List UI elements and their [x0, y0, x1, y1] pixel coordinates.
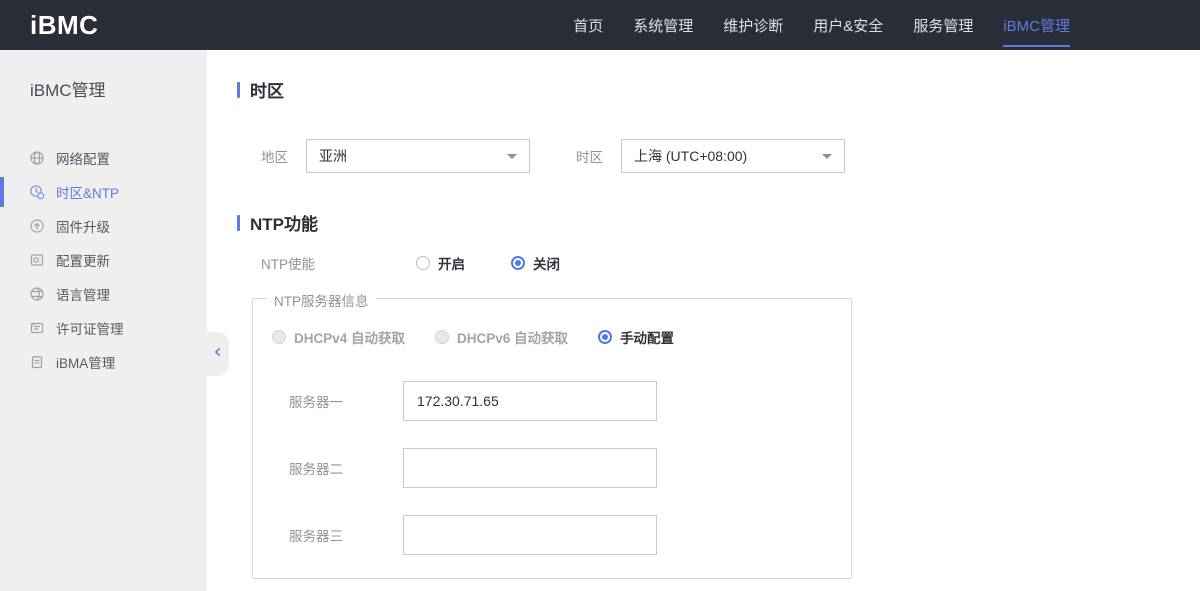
nav-item-system-management[interactable]: 系统管理	[633, 0, 693, 50]
chevron-down-icon	[507, 153, 517, 159]
ntp-enable-label: NTP使能	[261, 257, 315, 272]
sidebar-item-license-management[interactable]: 许可证管理	[0, 311, 207, 345]
timezone-select-value: 上海 (UTC+08:00)	[634, 148, 748, 164]
radio-selected-icon[interactable]	[511, 256, 525, 270]
server-two-row: 服务器二	[289, 448, 851, 488]
server-three-row: 服务器三	[289, 515, 851, 555]
config-update-icon	[29, 252, 45, 268]
ntp-section-title: NTP功能	[250, 215, 318, 234]
ntp-enable-row: NTP使能 开启 关闭	[261, 253, 1200, 273]
ntp-enable-on-option[interactable]: 开启	[416, 253, 465, 273]
language-globe-icon	[29, 286, 45, 302]
sidebar-item-ibma-management[interactable]: iBMA管理	[0, 345, 207, 379]
section-accent-bar	[237, 214, 240, 231]
manual-config-option[interactable]: 手动配置	[598, 327, 674, 347]
top-navigation: 首页 系统管理 维护诊断 用户&安全 服务管理 iBMC管理	[573, 0, 1070, 50]
timezone-section-header: 时区	[237, 77, 1200, 102]
chevron-down-icon	[822, 153, 832, 159]
sidebar-item-label: 固件升级	[56, 220, 110, 235]
nav-item-ibmc-management[interactable]: iBMC管理	[1003, 0, 1070, 50]
sidebar-collapse-button[interactable]	[207, 332, 229, 376]
region-select[interactable]: 亚洲	[306, 139, 530, 173]
ntp-enable-off-option[interactable]: 关闭	[511, 253, 560, 273]
radio-unselected-icon[interactable]	[416, 256, 430, 270]
ntp-section-header: NTP功能	[237, 210, 1200, 235]
sidebar: iBMC管理 网络配置 时区&NTP 固件升级 配置更新 语言管理 许可证管理 …	[0, 50, 229, 591]
server-two-label: 服务器二	[289, 462, 343, 477]
firmware-upgrade-icon	[29, 218, 45, 234]
radio-disabled-icon	[435, 330, 450, 344]
timezone-form-row: 地区 亚洲 时区 上海 (UTC+08:00)	[261, 139, 1200, 173]
sidebar-item-language-management[interactable]: 语言管理	[0, 277, 207, 311]
ntp-server-mode-row: DHCPv4 自动获取 DHCPv6 自动获取 手动配置	[272, 327, 851, 347]
server-two-input[interactable]	[403, 448, 657, 488]
license-icon	[29, 320, 45, 336]
nav-item-home[interactable]: 首页	[573, 0, 603, 50]
server-one-input[interactable]	[403, 381, 657, 421]
server-one-row: 服务器一	[289, 381, 851, 421]
nav-item-maintenance-diagnostics[interactable]: 维护诊断	[723, 0, 783, 50]
radio-selected-icon[interactable]	[598, 330, 613, 344]
sidebar-item-label: 时区&NTP	[56, 186, 120, 201]
region-select-value: 亚洲	[319, 148, 347, 164]
server-one-label: 服务器一	[289, 395, 343, 410]
dhcpv4-auto-label: DHCPv4 自动获取	[294, 331, 406, 346]
manual-config-label: 手动配置	[620, 331, 675, 346]
sidebar-item-label: 许可证管理	[56, 322, 124, 337]
server-three-label: 服务器三	[289, 529, 343, 544]
radio-disabled-icon	[272, 330, 286, 344]
ibma-clipboard-icon	[29, 354, 45, 370]
ntp-server-info-groupbox: NTP服务器信息 DHCPv4 自动获取 DHCPv6 自动获取 手动配置 服务…	[252, 290, 852, 579]
section-accent-bar	[237, 81, 240, 98]
timezone-select[interactable]: 上海 (UTC+08:00)	[621, 139, 845, 173]
timezone-clock-icon	[29, 184, 45, 200]
timezone-section-title: 时区	[250, 82, 284, 101]
dhcpv6-auto-label: DHCPv6 自动获取	[457, 331, 569, 346]
ibmc-logo: iBMC	[30, 9, 99, 40]
ntp-enable-on-label: 开启	[438, 257, 465, 272]
sidebar-item-label: 网络配置	[56, 152, 110, 167]
sidebar-item-label: 配置更新	[56, 254, 110, 269]
sidebar-title: iBMC管理	[30, 81, 106, 100]
dhcpv6-auto-option: DHCPv6 自动获取	[435, 327, 568, 347]
network-globe-icon	[29, 150, 45, 166]
sidebar-item-network-config[interactable]: 网络配置	[0, 141, 207, 175]
sidebar-item-label: 语言管理	[56, 288, 110, 303]
nav-item-user-security[interactable]: 用户&安全	[813, 0, 883, 50]
nav-item-service-management[interactable]: 服务管理	[913, 0, 973, 50]
sidebar-menu: 网络配置 时区&NTP 固件升级 配置更新 语言管理 许可证管理 iBMA管理	[0, 141, 207, 379]
sidebar-item-timezone-ntp[interactable]: 时区&NTP	[0, 175, 207, 209]
region-label: 地区	[261, 150, 288, 165]
dhcpv4-auto-option: DHCPv4 自动获取	[272, 327, 405, 347]
page-layout: iBMC管理 网络配置 时区&NTP 固件升级 配置更新 语言管理 许可证管理 …	[0, 50, 1200, 591]
sidebar-item-config-update[interactable]: 配置更新	[0, 243, 207, 277]
ntp-enable-off-label: 关闭	[533, 257, 560, 272]
sidebar-item-label: iBMA管理	[56, 356, 116, 371]
ntp-server-info-legend: NTP服务器信息	[267, 290, 376, 310]
sidebar-item-firmware-upgrade[interactable]: 固件升级	[0, 209, 207, 243]
topbar: iBMC 首页 系统管理 维护诊断 用户&安全 服务管理 iBMC管理	[0, 0, 1200, 50]
chevron-left-icon	[211, 345, 225, 364]
timezone-label: 时区	[576, 150, 603, 165]
server-three-input[interactable]	[403, 515, 657, 555]
main-content: 时区 地区 亚洲 时区 上海 (UTC+08:00) NTP功能 NTP使能 开…	[207, 50, 1200, 591]
